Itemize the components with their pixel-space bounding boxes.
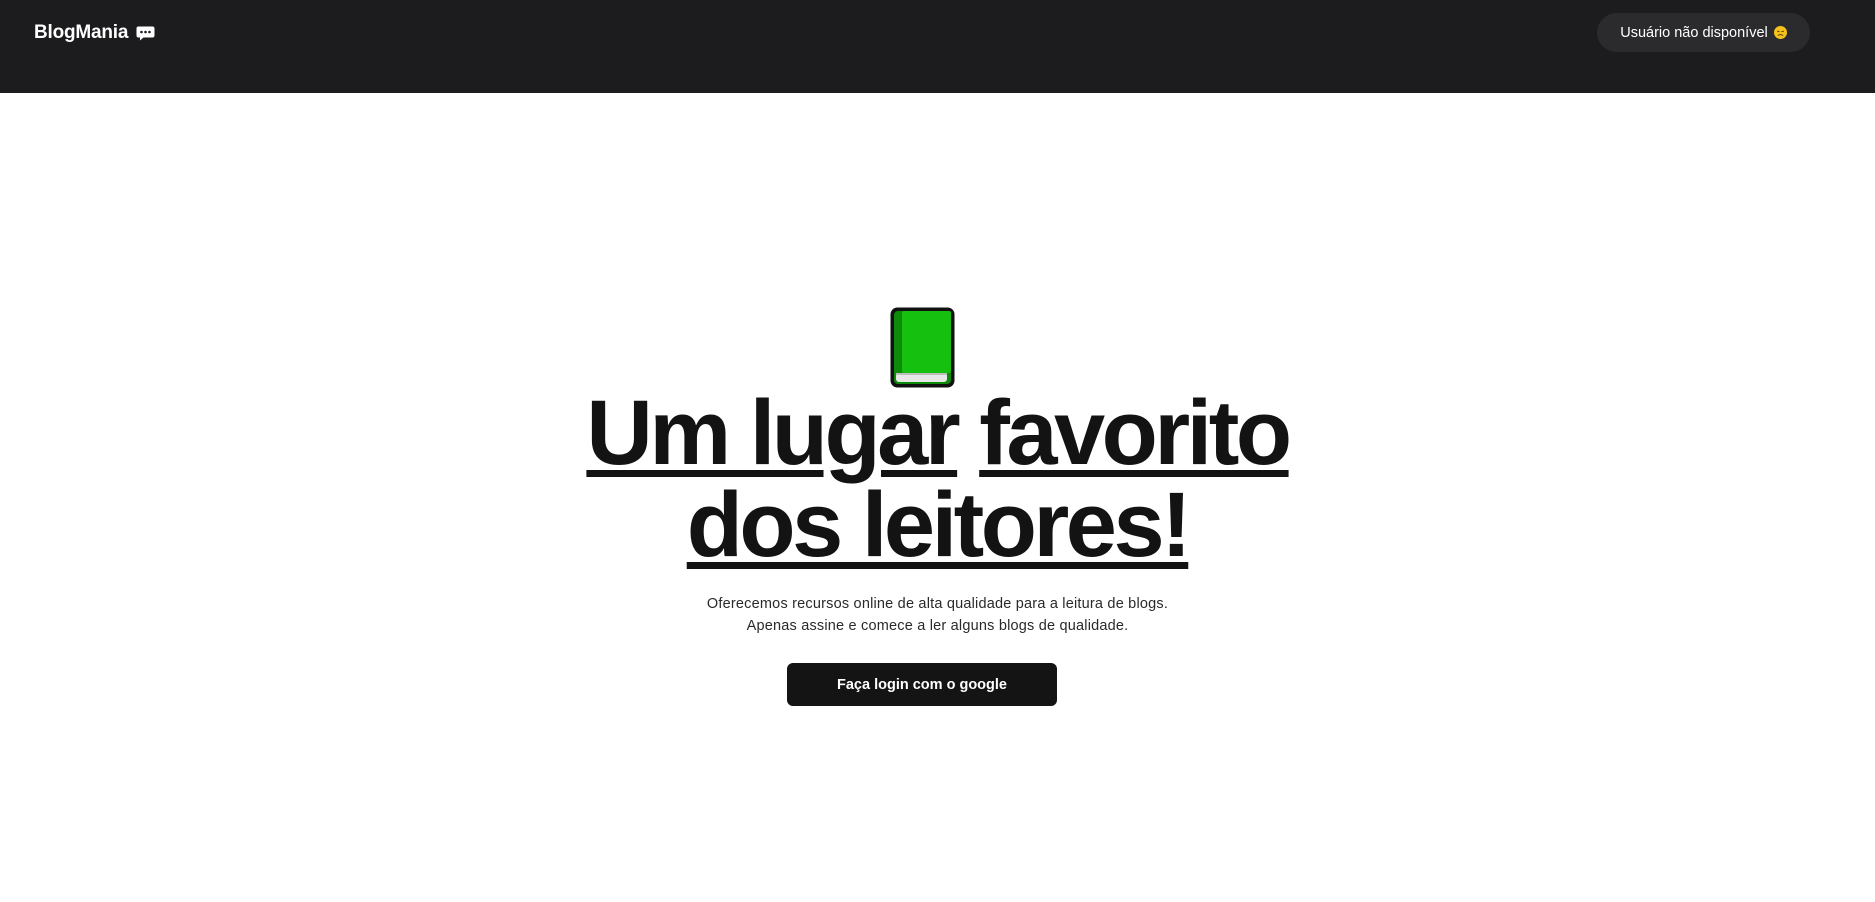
user-status-label: Usuário não disponível: [1620, 24, 1768, 41]
disappointed-face-icon: [1773, 26, 1787, 39]
google-login-button[interactable]: Faça login com o google: [787, 663, 1057, 706]
headline-part-favorito: favorito: [979, 382, 1292, 484]
top-navbar: BlogMania Usuário não disponível: [0, 0, 1875, 93]
headline-line-1: Um lugar favorito: [0, 387, 1875, 479]
brand-name: BlogMania: [34, 22, 129, 43]
headline-part-um-lugar: Um lugar: [586, 382, 960, 484]
hero-subtitle: Oferecemos recursos online de alta quali…: [0, 593, 1875, 637]
speech-balloon-icon: [136, 25, 155, 40]
headline-part-dos-leitores: dos leitores!: [686, 474, 1192, 576]
subtitle-line-2: Apenas assine e comece a ler alguns blog…: [746, 618, 1129, 634]
headline-line-2: dos leitores!: [0, 479, 1875, 571]
brand-logo[interactable]: BlogMania: [34, 20, 155, 46]
hero-headline: Um lugar favorito dos leitores!: [0, 387, 1875, 571]
green-book-icon: [889, 306, 956, 389]
subtitle-line-1: Oferecemos recursos online de alta quali…: [706, 596, 1169, 612]
user-status-button[interactable]: Usuário não disponível: [1597, 13, 1810, 52]
